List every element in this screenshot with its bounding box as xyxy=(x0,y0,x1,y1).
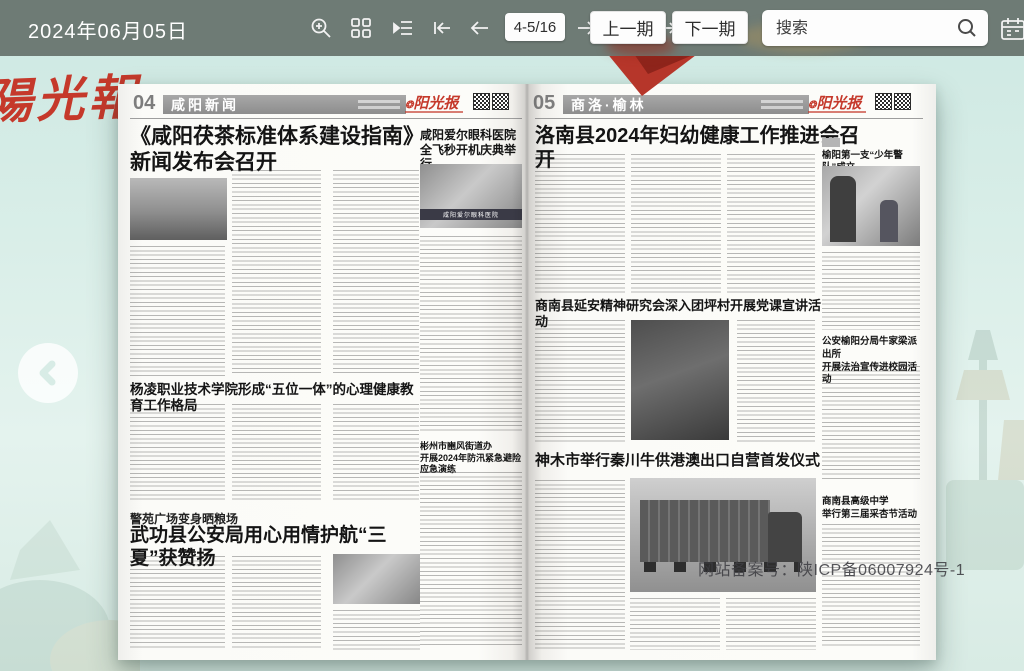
icp-record-number: 网站备案号：陕ICP备06007924号-1 xyxy=(698,556,965,580)
edition-info xyxy=(761,97,803,109)
prev-issue-button[interactable]: 上一期 xyxy=(590,11,666,44)
chevron-left-icon xyxy=(35,360,61,386)
epaper-reader: 陽光報 2024年06月05日 4-5/1 xyxy=(0,0,1024,671)
search-input[interactable] xyxy=(774,10,948,48)
body-text xyxy=(232,404,321,500)
body-text xyxy=(737,320,815,444)
right-masthead-logo: ❂阳光报 xyxy=(808,92,861,113)
qr-code xyxy=(875,93,892,110)
toolbar: 2024年06月05日 4-5/16 上一期 下一期 xyxy=(0,0,1024,56)
body-text xyxy=(130,246,225,376)
body-text xyxy=(535,320,625,444)
photo-figure xyxy=(830,176,856,242)
calendar-icon[interactable] xyxy=(1000,16,1024,42)
header-rule xyxy=(535,118,923,119)
conference-photo xyxy=(130,178,227,240)
search-icon[interactable] xyxy=(956,17,978,39)
body-text xyxy=(631,154,721,296)
grain-yard-photo xyxy=(333,554,420,604)
header-rule xyxy=(130,118,522,119)
body-text xyxy=(535,154,625,296)
search-box xyxy=(762,10,988,46)
body-text xyxy=(420,472,522,648)
left-masthead-logo: ❂阳光报 xyxy=(405,92,458,113)
qr-code xyxy=(894,93,911,110)
prev-page-icon[interactable] xyxy=(468,17,490,39)
grid-view-icon[interactable] xyxy=(350,17,372,39)
masthead-underline xyxy=(808,111,866,113)
prev-spread-button[interactable] xyxy=(18,343,78,403)
headline-shenmu[interactable]: 神木市举行秦川牛供港澳出口自营首发仪式 xyxy=(535,452,825,470)
eye-hospital-photo: 咸阳爱尔眼科医院 xyxy=(420,164,522,228)
photo-banner-text: 咸阳爱尔眼科医院 xyxy=(420,209,522,220)
body-text xyxy=(420,236,522,434)
page-indicator[interactable]: 4-5/16 xyxy=(505,13,565,41)
left-section-banner: 咸阳新闻 xyxy=(163,95,406,114)
column-tag xyxy=(822,138,840,147)
body-text xyxy=(333,610,420,650)
body-text xyxy=(822,366,920,480)
qr-code xyxy=(492,93,509,110)
body-text xyxy=(727,154,815,296)
first-page-icon[interactable] xyxy=(431,17,453,39)
body-text xyxy=(333,404,419,500)
page-spine xyxy=(512,84,542,660)
toc-list-icon[interactable] xyxy=(392,17,414,39)
masthead-underline xyxy=(405,111,463,113)
truck-cab xyxy=(768,512,802,562)
headline-fucha[interactable]: 《咸阳茯茶标准体系建设指南》 新闻发布会召开 xyxy=(130,124,430,175)
party-lecture-photo xyxy=(631,320,729,440)
body-text xyxy=(726,598,816,650)
truck-cargo xyxy=(640,500,770,562)
body-text xyxy=(232,556,321,650)
qr-code xyxy=(473,93,490,110)
body-text xyxy=(822,524,920,646)
photo-figure xyxy=(880,200,898,242)
headline-shangnan-school[interactable]: 商南县高级中学 举行第三届采杏节活动 xyxy=(822,496,922,522)
issue-date: 2024年06月05日 xyxy=(28,15,188,44)
headline-binzhou[interactable]: 彬州市豳风街道办 开展2024年防汛紧急避险应急演练 xyxy=(420,441,522,476)
red-ribbon-art xyxy=(598,52,704,98)
body-text xyxy=(822,252,920,330)
body-text xyxy=(333,170,419,376)
body-text xyxy=(232,170,321,376)
edition-info xyxy=(358,97,400,109)
body-text xyxy=(630,598,720,650)
body-text xyxy=(130,556,225,650)
pagoda-watermark xyxy=(946,330,1024,570)
left-page-number: 04 xyxy=(133,92,155,115)
young-police-photo xyxy=(822,166,920,246)
next-issue-button[interactable]: 下一期 xyxy=(672,11,748,44)
body-text xyxy=(130,404,225,500)
body-text xyxy=(535,480,625,650)
zoom-in-icon[interactable] xyxy=(310,17,332,39)
